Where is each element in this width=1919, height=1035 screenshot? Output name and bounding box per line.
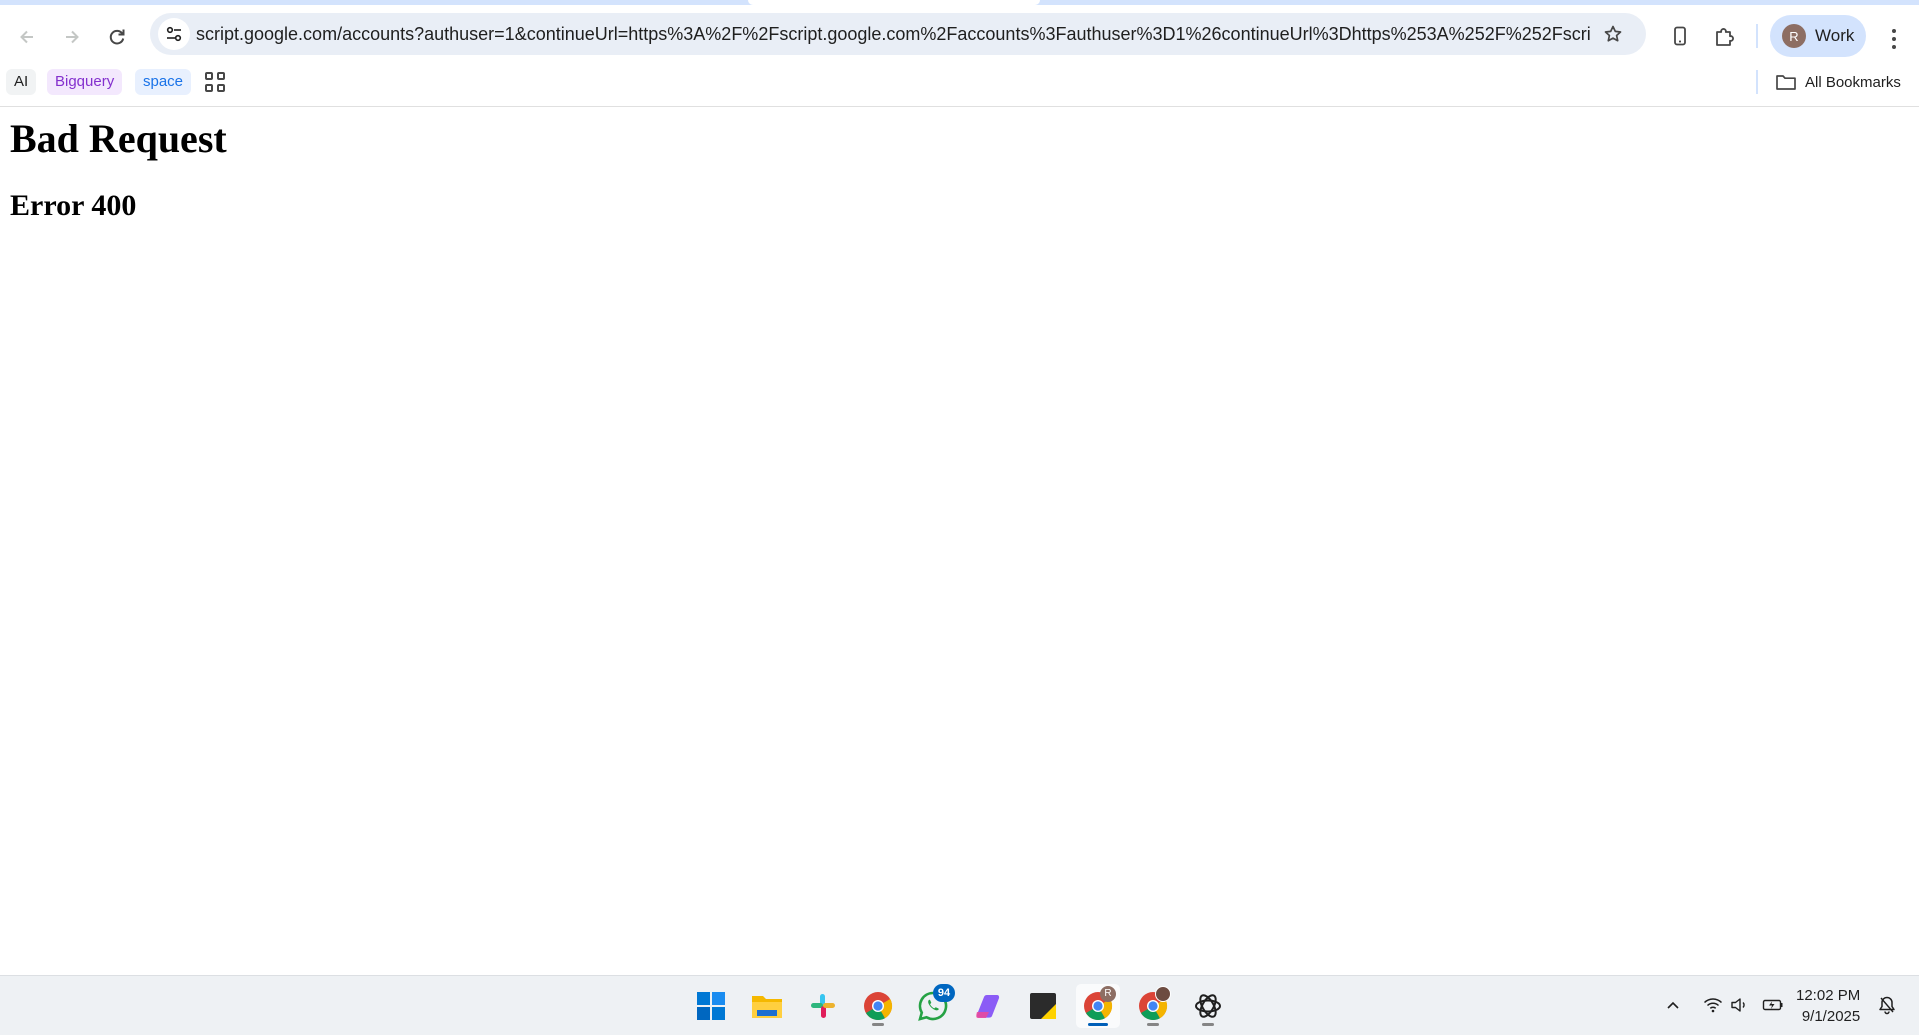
folder-icon — [1776, 75, 1796, 90]
volume-status[interactable] — [1726, 990, 1754, 1020]
reload-icon — [109, 29, 125, 45]
chatgpt-icon — [1195, 994, 1221, 1018]
running-indicator — [1147, 1023, 1159, 1026]
sticky-note-icon — [1030, 993, 1056, 1019]
copilot-icon — [976, 995, 1000, 1018]
slack-icon — [811, 994, 835, 1018]
menu-icon — [1892, 29, 1896, 49]
site-info-button[interactable] — [158, 18, 190, 50]
star-icon — [1604, 25, 1622, 42]
folder-app-icon — [752, 996, 782, 1018]
chrome-button[interactable] — [856, 984, 900, 1028]
system-clock[interactable]: 12:02 PM 9/1/2025 — [1796, 985, 1860, 1027]
phone-button[interactable] — [1664, 20, 1696, 52]
toolbar-separator — [1756, 24, 1758, 48]
taskbar: 94 R 12:02 PM 9/1/2025 — [0, 975, 1919, 1035]
forward-button[interactable] — [54, 19, 90, 55]
profile-label: Work — [1815, 26, 1855, 45]
back-button[interactable] — [9, 19, 45, 55]
error-code: Error 400 — [10, 189, 137, 222]
bookmark-ai[interactable]: AI — [6, 69, 37, 95]
running-indicator — [872, 1023, 884, 1026]
notifications-button[interactable] — [1873, 990, 1901, 1020]
forward-icon — [66, 30, 79, 44]
chrome-second-profile-button[interactable] — [1131, 984, 1175, 1028]
running-indicator — [1202, 1023, 1214, 1026]
chrome-icon — [864, 992, 893, 1021]
wifi-status[interactable] — [1699, 990, 1727, 1020]
extensions-button[interactable] — [1709, 20, 1741, 52]
apps-grid-icon[interactable] — [205, 72, 225, 92]
start-button[interactable] — [689, 984, 733, 1028]
chevron-up-icon — [1667, 1001, 1679, 1009]
site-info-icon — [166, 26, 182, 42]
phone-icon — [1674, 26, 1686, 46]
page-content: Bad Request Error 400 — [0, 107, 1919, 975]
bookmarks-separator — [1756, 70, 1758, 94]
active-indicator — [1088, 1023, 1108, 1026]
profile-badge: R — [1100, 986, 1116, 1002]
url-text[interactable]: script.google.com/accounts?authuser=1&co… — [196, 13, 1591, 55]
show-hidden-icons-button[interactable] — [1659, 990, 1687, 1020]
bookmarks-bar: AI Bigquery space All Bookmarks — [0, 64, 1919, 107]
battery-status[interactable] — [1759, 990, 1787, 1020]
copilot-button[interactable] — [966, 984, 1010, 1028]
file-explorer-button[interactable] — [745, 984, 789, 1028]
address-bar[interactable]: script.google.com/accounts?authuser=1&co… — [150, 13, 1646, 55]
avatar: R — [1782, 24, 1806, 48]
profile-button[interactable]: R Work — [1770, 15, 1866, 57]
profile-photo-badge — [1155, 986, 1171, 1002]
bookmark-bigquery[interactable]: Bigquery — [47, 69, 123, 95]
clock-date: 9/1/2025 — [1801, 1008, 1861, 1025]
windows-icon — [697, 992, 725, 1020]
whatsapp-button[interactable]: 94 — [911, 984, 955, 1028]
notification-badge: 94 — [933, 984, 955, 1002]
wifi-icon — [1703, 998, 1723, 1013]
clock-time: 12:02 PM — [1796, 987, 1861, 1004]
battery-charging-icon — [1762, 999, 1783, 1011]
bookmark-space[interactable]: space — [135, 69, 192, 95]
extensions-icon — [1716, 28, 1734, 46]
page-title: Bad Request — [10, 116, 227, 161]
menu-button[interactable] — [1880, 23, 1908, 55]
all-bookmarks-button[interactable]: All Bookmarks — [1775, 69, 1901, 95]
back-icon — [20, 30, 33, 44]
chatgpt-button[interactable] — [1186, 984, 1230, 1028]
speaker-icon — [1731, 998, 1745, 1012]
all-bookmarks-label: All Bookmarks — [1805, 73, 1901, 91]
notification-bell-icon — [1879, 996, 1895, 1015]
sticky-notes-button[interactable] — [1021, 984, 1065, 1028]
slack-button[interactable] — [801, 984, 845, 1028]
chrome-profile-button[interactable]: R — [1076, 984, 1120, 1028]
browser-toolbar: script.google.com/accounts?authuser=1&co… — [0, 5, 1919, 64]
reload-button[interactable] — [99, 19, 135, 55]
bookmark-star-button[interactable] — [1597, 18, 1629, 50]
